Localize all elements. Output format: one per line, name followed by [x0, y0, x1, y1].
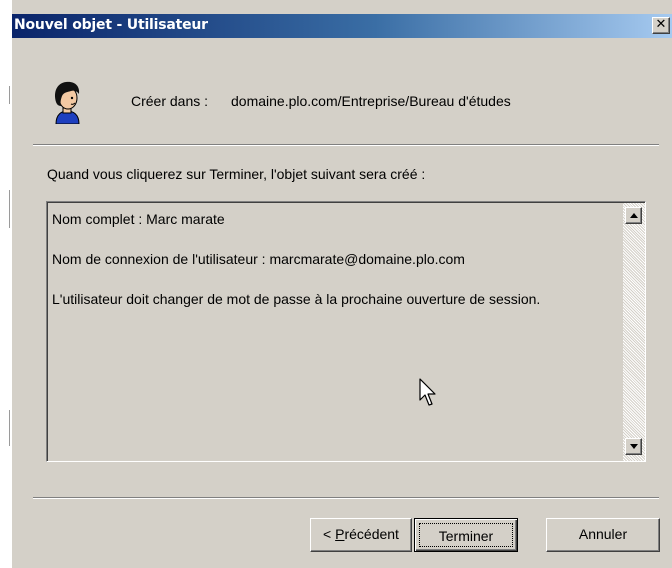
cancel-button[interactable]: Annuler: [546, 518, 660, 552]
container-path: domaine.plo.com/Entreprise/Bureau d'étud…: [231, 93, 511, 109]
scroll-down-button[interactable]: [625, 438, 642, 455]
title-bar[interactable]: Nouvel objet - Utilisateur ✕: [12, 14, 672, 38]
previous-button-prefix: <: [323, 526, 336, 542]
bottom-separator: [33, 497, 659, 499]
summary-line-full-name: Nom complet : Marc marate: [52, 211, 225, 227]
edge-mark: [9, 190, 10, 228]
summary-textbox[interactable]: Nom complet : Marc marate Nom de connexi…: [46, 201, 646, 462]
window-title: Nouvel objet - Utilisateur: [14, 17, 208, 33]
close-button[interactable]: ✕: [652, 17, 670, 34]
finish-button-focus-ring: Terminer: [419, 523, 513, 547]
summary-content: Nom complet : Marc marate Nom de connexi…: [47, 202, 645, 461]
finish-button-label: Terminer: [438, 528, 494, 544]
create-in-label: Créer dans :: [131, 93, 209, 109]
summary-line-password-policy: L'utilisateur doit changer de mot de pas…: [52, 291, 541, 307]
mouse-pointer-icon: [419, 378, 436, 406]
finish-button[interactable]: Terminer: [414, 518, 518, 552]
summary-line-logon-name: Nom de connexion de l'utilisateur : marc…: [52, 251, 465, 267]
arrow-down-icon: [630, 444, 638, 449]
background-window-edge: [0, 0, 12, 568]
instruction-text: Quand vous cliquerez sur Terminer, l'obj…: [47, 166, 426, 182]
new-user-wizard-window: Nouvel objet - Utilisateur ✕ Créer dans …: [0, 0, 672, 568]
user-icon: [55, 81, 80, 124]
arrow-up-icon: [630, 213, 638, 218]
top-separator: [33, 144, 659, 146]
edge-mark: [9, 410, 10, 446]
close-icon: ✕: [655, 17, 667, 32]
scroll-up-button[interactable]: [625, 207, 642, 224]
cancel-button-label: Annuler: [578, 526, 628, 542]
previous-button[interactable]: < Précédent: [310, 518, 412, 552]
previous-button-rest: récédent: [344, 526, 399, 542]
edge-mark: [9, 86, 10, 104]
vertical-scrollbar[interactable]: [623, 203, 645, 461]
